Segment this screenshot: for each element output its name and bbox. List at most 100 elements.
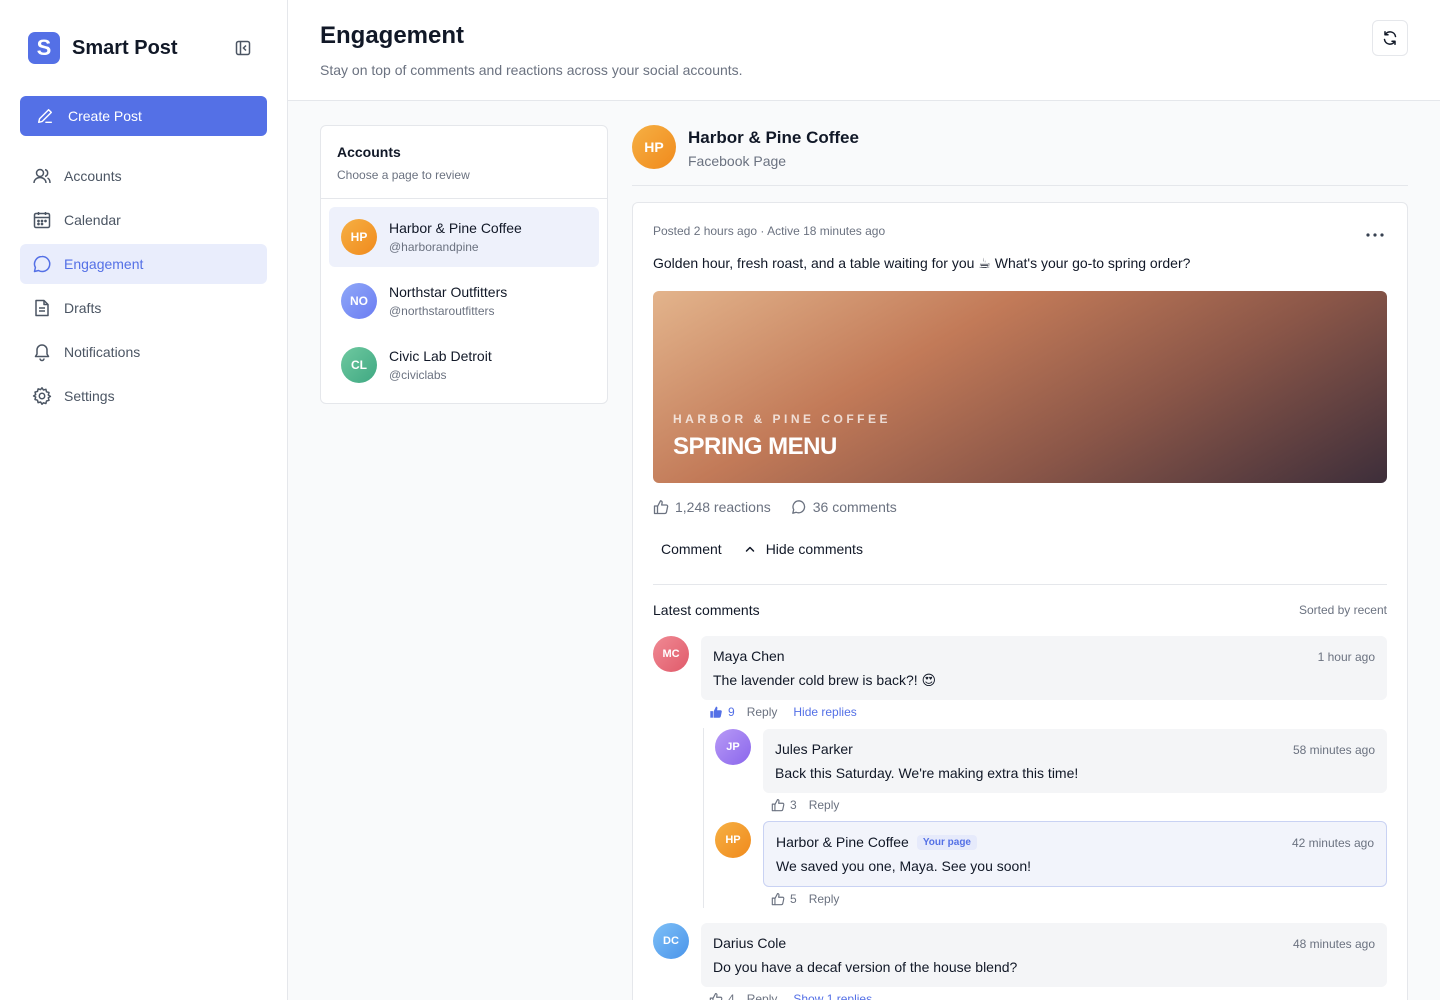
chat-bubble-icon <box>32 254 52 274</box>
main-content: Accounts Choose a page to review HP Harb… <box>288 101 1440 1000</box>
accounts-subtitle: Choose a page to review <box>337 168 470 182</box>
sidebar-item-engagement[interactable]: Engagement <box>20 244 267 284</box>
sidebar-item-label: Accounts <box>64 168 122 184</box>
comment-button[interactable]: Comment <box>653 539 730 559</box>
reply-link[interactable]: Reply <box>809 798 840 812</box>
comment-time: 48 minutes ago <box>1292 937 1375 951</box>
comment-text: The lavender cold brew is back?! 😍 <box>713 672 937 688</box>
brand-logo: S <box>28 32 60 64</box>
comment-time: 42 minutes ago <box>1291 836 1374 850</box>
avatar: HP <box>341 219 377 255</box>
comment-actions: 4 Reply Show 1 replies <box>709 992 888 1000</box>
image-kicker: HARBOR & PINE COFFEE <box>673 412 892 426</box>
account-item-northstar[interactable]: NO Northstar Outfitters @northstaroutfit… <box>329 271 599 331</box>
account-handle: @harborandpine <box>389 240 479 254</box>
like-count: 9 <box>728 705 735 719</box>
account-handle: @northstaroutfitters <box>389 304 495 318</box>
account-item-civic-lab[interactable]: CL Civic Lab Detroit @civiclabs <box>329 335 599 395</box>
create-post-label: Create Post <box>68 108 142 124</box>
comment-time: 58 minutes ago <box>1292 743 1375 757</box>
comments-sort-label: Sorted by recent <box>1298 603 1387 617</box>
chevron-up-icon <box>744 542 758 556</box>
sidebar-item-accounts[interactable]: Accounts <box>20 156 267 196</box>
sidebar-item-label: Notifications <box>64 344 141 360</box>
sidebar-item-calendar[interactable]: Calendar <box>20 200 267 240</box>
hide-replies-link[interactable]: Hide replies <box>793 705 856 719</box>
sidebar-item-notifications[interactable]: Notifications <box>20 332 267 372</box>
selected-page-name: Harbor & Pine Coffee <box>688 128 859 147</box>
account-handle: @civiclabs <box>389 368 447 382</box>
document-icon <box>32 298 52 318</box>
comment-actions: 9 Reply Hide replies <box>709 705 873 719</box>
chat-bubble-icon <box>791 499 807 515</box>
reply-link[interactable]: Reply <box>747 705 778 719</box>
latest-comments-title: Latest comments <box>653 602 760 618</box>
post-meta: Posted 2 hours ago · Active 18 minutes a… <box>653 224 886 238</box>
post-stats: 1,248 reactions 36 comments <box>653 499 917 515</box>
brand[interactable]: S Smart Post <box>28 32 178 64</box>
comments-label: 36 comments <box>812 499 897 515</box>
sidebar-item-settings[interactable]: Settings <box>20 376 267 416</box>
comment-author-name: Harbor & Pine Coffee <box>776 834 909 850</box>
hide-comments-button[interactable]: Hide comments <box>736 539 871 559</box>
thumbs-up-icon <box>709 992 723 1000</box>
account-name: Harbor & Pine Coffee <box>389 220 522 236</box>
comment-actions: 3 Reply <box>771 798 855 812</box>
accounts-panel-header: Accounts Choose a page to review <box>321 126 607 199</box>
comments-count[interactable]: 36 comments <box>791 499 897 515</box>
avatar: DC <box>653 923 689 959</box>
like-count: 4 <box>728 992 735 1000</box>
like-button[interactable]: 4 <box>709 992 735 1000</box>
sidebar: S Smart Post Create Post Accounts Calend… <box>0 0 288 1000</box>
thread-line <box>703 728 704 908</box>
pencil-icon <box>36 106 56 126</box>
avatar: CL <box>341 347 377 383</box>
avatar: JP <box>715 729 751 765</box>
post-text: Golden hour, fresh roast, and a table wa… <box>653 255 1191 271</box>
comment-author[interactable]: Jules Parker <box>775 741 853 757</box>
like-button[interactable]: 3 <box>771 798 797 812</box>
your-page-badge: Your page <box>916 834 977 850</box>
comment-text: Back this Saturday. We're making extra t… <box>775 765 1079 781</box>
comment-author[interactable]: Darius Cole <box>713 935 786 951</box>
account-name: Northstar Outfitters <box>389 284 508 300</box>
comment-text: We saved you one, Maya. See you soon! <box>776 858 1032 874</box>
comment-actions: 5 Reply <box>771 892 855 906</box>
brand-name: Smart Post <box>72 36 178 59</box>
reply-link[interactable]: Reply <box>747 992 778 1000</box>
sidebar-item-drafts[interactable]: Drafts <box>20 288 267 328</box>
account-item-harbor-pine[interactable]: HP Harbor & Pine Coffee @harborandpine <box>329 207 599 267</box>
latest-comments-header: Latest comments Sorted by recent <box>653 602 1387 618</box>
comment-author[interactable]: Harbor & Pine Coffee Your page <box>776 834 977 850</box>
show-replies-link[interactable]: Show 1 replies <box>793 992 872 1000</box>
create-post-button[interactable]: Create Post <box>20 96 267 136</box>
sidebar-item-label: Engagement <box>64 256 144 272</box>
comment-bubble: Maya Chen 1 hour ago The lavender cold b… <box>701 636 1387 700</box>
reply-bubble: Jules Parker 58 minutes ago Back this Sa… <box>763 729 1387 793</box>
calendar-icon <box>32 210 52 230</box>
sidebar-item-label: Settings <box>64 388 115 404</box>
collapse-sidebar-icon[interactable] <box>234 39 252 57</box>
comment-time: 1 hour ago <box>1317 650 1375 664</box>
gear-icon <box>32 386 52 406</box>
comment-text: Do you have a decaf version of the house… <box>713 959 1018 975</box>
post-image: HARBOR & PINE COFFEE SPRING MENU <box>653 291 1387 483</box>
accounts-panel: Accounts Choose a page to review HP Harb… <box>320 125 608 404</box>
sidebar-item-label: Drafts <box>64 300 102 316</box>
more-options-icon[interactable] <box>1361 225 1389 245</box>
page-subtitle: Stay on top of comments and reactions ac… <box>320 62 743 78</box>
thumbs-up-icon <box>771 798 785 812</box>
accounts-title: Accounts <box>337 144 401 160</box>
image-title: SPRING MENU <box>673 433 837 460</box>
avatar: HP <box>715 822 751 858</box>
refresh-button[interactable] <box>1372 20 1408 56</box>
post-card: Posted 2 hours ago · Active 18 minutes a… <box>632 202 1408 1000</box>
like-button[interactable]: 5 <box>771 892 797 906</box>
comment-author[interactable]: Maya Chen <box>713 648 785 664</box>
reactions-count[interactable]: 1,248 reactions <box>653 499 771 515</box>
like-button[interactable]: 9 <box>709 705 735 719</box>
bell-icon <box>32 342 52 362</box>
refresh-icon <box>1382 30 1398 46</box>
reply-link[interactable]: Reply <box>809 892 840 906</box>
users-icon <box>32 166 52 186</box>
